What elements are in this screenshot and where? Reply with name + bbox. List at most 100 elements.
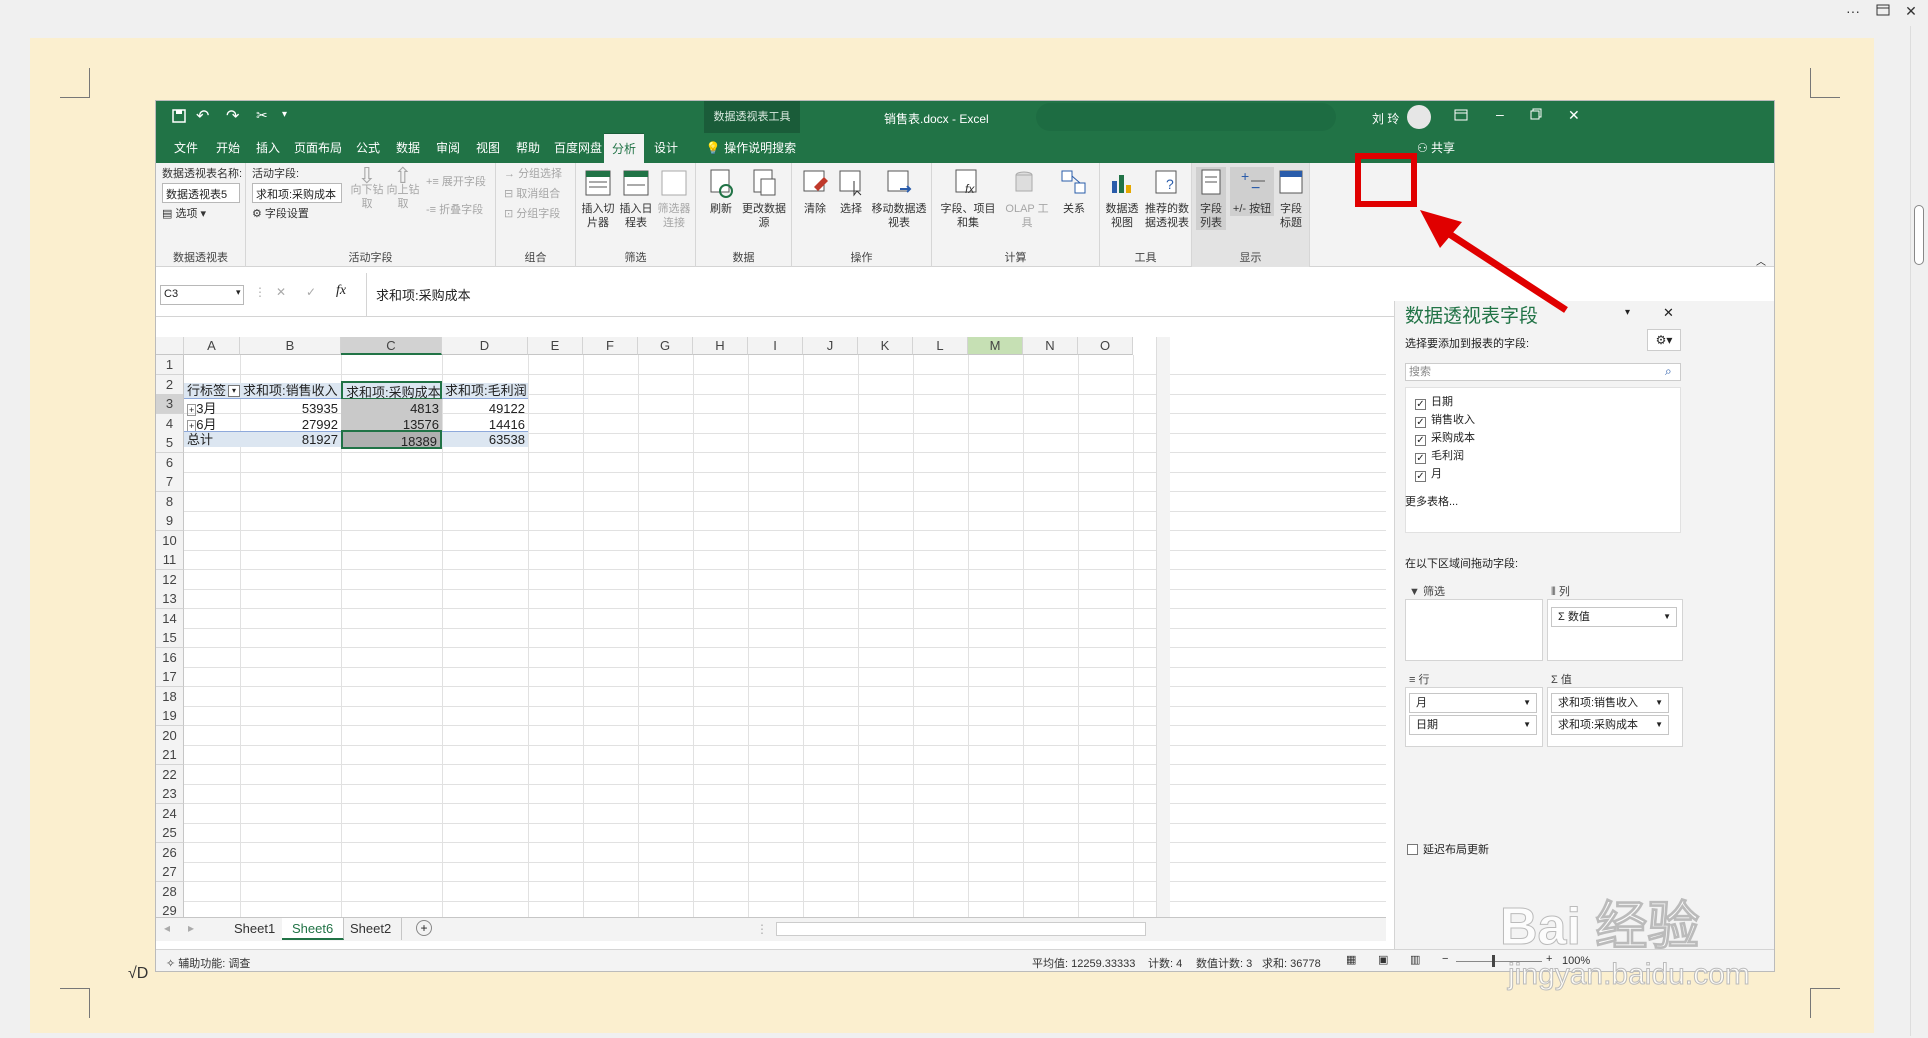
- cell-sales-total[interactable]: 81927: [240, 430, 341, 449]
- fields-items-sets-button[interactable]: fx 字段、项目和集: [936, 167, 1000, 230]
- row-header[interactable]: 15: [156, 628, 184, 648]
- cancel-icon[interactable]: ✕: [276, 285, 286, 299]
- move-pivot-button[interactable]: 移动数据透视表: [870, 167, 928, 230]
- undo-icon[interactable]: ↶: [196, 106, 209, 126]
- plus-minus-buttons-button[interactable]: + − +/- 按钮: [1230, 167, 1274, 216]
- row-header[interactable]: 27: [156, 862, 184, 882]
- collapse-field-button[interactable]: -≡ 折叠字段: [426, 203, 483, 217]
- next-sheet-icon[interactable]: ▸: [188, 921, 194, 935]
- insert-slicer-button[interactable]: 插入切片器: [580, 167, 616, 230]
- zoom-out-icon[interactable]: −: [1442, 953, 1448, 965]
- field-item-sales[interactable]: ✓ 销售收入: [1415, 411, 1475, 428]
- tab-help[interactable]: 帮助: [508, 133, 548, 163]
- row-header[interactable]: 9: [156, 511, 184, 531]
- rows-item[interactable]: 日期 ▼: [1409, 715, 1537, 735]
- tab-analyze[interactable]: 分析: [604, 133, 644, 163]
- checkbox-empty-icon[interactable]: [1407, 844, 1418, 855]
- tab-design[interactable]: 设计: [646, 133, 686, 163]
- gear-icon[interactable]: ⚙▾: [1647, 329, 1681, 351]
- col-header-o[interactable]: O: [1078, 337, 1133, 355]
- checkbox-checked-icon[interactable]: ✓: [1415, 453, 1426, 464]
- tab-formulas[interactable]: 公式: [348, 133, 388, 163]
- pivotchart-button[interactable]: 数据透视图: [1102, 167, 1142, 230]
- options-button[interactable]: ▤ 选项 ▾: [162, 207, 206, 221]
- col-header-h[interactable]: H: [693, 337, 748, 355]
- row-header[interactable]: 20: [156, 725, 184, 746]
- row-header[interactable]: 16: [156, 647, 184, 668]
- restore-icon[interactable]: [1530, 108, 1542, 123]
- row-header[interactable]: 14: [156, 608, 184, 629]
- page-break-icon[interactable]: ▥: [1410, 953, 1420, 966]
- tab-data[interactable]: 数据: [388, 133, 428, 163]
- dropdown-arrow-icon[interactable]: ▼: [1655, 716, 1663, 734]
- tab-splitter[interactable]: ⋮: [756, 922, 768, 936]
- close-icon[interactable]: ✕: [1568, 107, 1580, 124]
- name-box[interactable]: C3: [160, 285, 244, 305]
- user-name[interactable]: 刘 玲: [1372, 110, 1399, 127]
- filter-dropdown-icon[interactable]: ▾: [228, 385, 240, 397]
- minimize-icon[interactable]: –: [1496, 106, 1504, 122]
- field-headers-button[interactable]: 字段标题: [1276, 167, 1306, 230]
- ungroup-button[interactable]: ⊟ 取消组合: [504, 187, 560, 201]
- dropdown-arrow-icon[interactable]: ▼: [1663, 608, 1671, 626]
- save-icon[interactable]: [172, 109, 186, 126]
- field-settings-button[interactable]: ⚙ 字段设置: [252, 207, 309, 221]
- row-header[interactable]: 18: [156, 686, 184, 707]
- cell-profit-total[interactable]: 63538: [442, 430, 528, 449]
- drill-up-button[interactable]: ⇧ 向上钻取: [386, 165, 420, 211]
- pivot-header-profit[interactable]: 求和项:毛利润: [442, 381, 528, 400]
- add-sheet-button[interactable]: +: [416, 920, 432, 936]
- accessibility-status[interactable]: ✧ 辅助功能: 调查: [166, 955, 250, 971]
- field-item-cost[interactable]: ✓ 采购成本: [1415, 429, 1475, 446]
- pane-options-icon[interactable]: ▾: [1625, 307, 1630, 318]
- qat-customize-icon[interactable]: ▾: [282, 109, 287, 120]
- active-field-input[interactable]: 求和项:采购成本: [252, 183, 342, 203]
- rows-item[interactable]: 月 ▼: [1409, 693, 1537, 713]
- select-button[interactable]: 选择: [836, 167, 866, 216]
- row-header[interactable]: 10: [156, 530, 184, 551]
- checkbox-checked-icon[interactable]: ✓: [1415, 471, 1426, 482]
- recommended-pivot-button[interactable]: ? 推荐的数据透视表: [1144, 167, 1190, 230]
- expand-field-button[interactable]: +≡ 展开字段: [426, 175, 486, 189]
- insert-function-icon[interactable]: fx: [336, 283, 346, 299]
- col-header-l[interactable]: L: [913, 337, 968, 355]
- col-header-a[interactable]: A: [184, 337, 240, 355]
- checkbox-checked-icon[interactable]: ✓: [1415, 399, 1426, 410]
- col-header-g[interactable]: G: [638, 337, 693, 355]
- close-icon[interactable]: ✕: [1663, 305, 1674, 321]
- filter-connections-button[interactable]: 筛选器连接: [656, 167, 692, 230]
- row-header[interactable]: 3: [156, 394, 184, 414]
- formula-input[interactable]: 求和项:采购成本: [376, 285, 471, 304]
- row-header[interactable]: 1: [156, 355, 184, 375]
- more-tables-link[interactable]: 更多表格...: [1405, 493, 1458, 509]
- clear-button[interactable]: 清除: [800, 167, 830, 216]
- row-header[interactable]: 11: [156, 550, 184, 570]
- row-header[interactable]: 8: [156, 491, 184, 512]
- col-header-m[interactable]: M: [968, 337, 1023, 355]
- cut-icon[interactable]: ✂: [256, 107, 268, 124]
- pivot-name-input[interactable]: 数据透视表5: [162, 183, 240, 203]
- tab-page-layout[interactable]: 页面布局: [288, 133, 348, 163]
- row-header[interactable]: 21: [156, 745, 184, 765]
- col-header-j[interactable]: J: [803, 337, 858, 355]
- horizontal-scrollbar[interactable]: [776, 922, 1146, 936]
- col-header-i[interactable]: I: [748, 337, 803, 355]
- col-header-e[interactable]: E: [528, 337, 583, 355]
- pivot-header-sales[interactable]: 求和项:销售收入: [240, 381, 341, 400]
- row-header[interactable]: 17: [156, 667, 184, 687]
- col-header-n[interactable]: N: [1023, 337, 1078, 355]
- col-header-b[interactable]: B: [240, 337, 341, 355]
- values-item[interactable]: 求和项:销售收入 ▼: [1551, 693, 1669, 713]
- columns-item[interactable]: Σ 数值 ▼: [1551, 607, 1677, 627]
- olap-tools-button[interactable]: OLAP 工具: [1002, 167, 1052, 230]
- dropdown-arrow-icon[interactable]: ▼: [1523, 716, 1531, 734]
- cell-cost-total[interactable]: 18389: [341, 430, 442, 449]
- group-selection-button[interactable]: → 分组选择: [504, 167, 562, 181]
- sheet-tab[interactable]: Sheet1: [224, 918, 287, 940]
- col-header-k[interactable]: K: [858, 337, 913, 355]
- values-item[interactable]: 求和项:采购成本 ▼: [1551, 715, 1669, 735]
- page-layout-icon[interactable]: ▣: [1378, 953, 1388, 966]
- row-header[interactable]: 13: [156, 589, 184, 609]
- redo-icon[interactable]: ↷: [226, 106, 239, 126]
- col-header-d[interactable]: D: [442, 337, 528, 355]
